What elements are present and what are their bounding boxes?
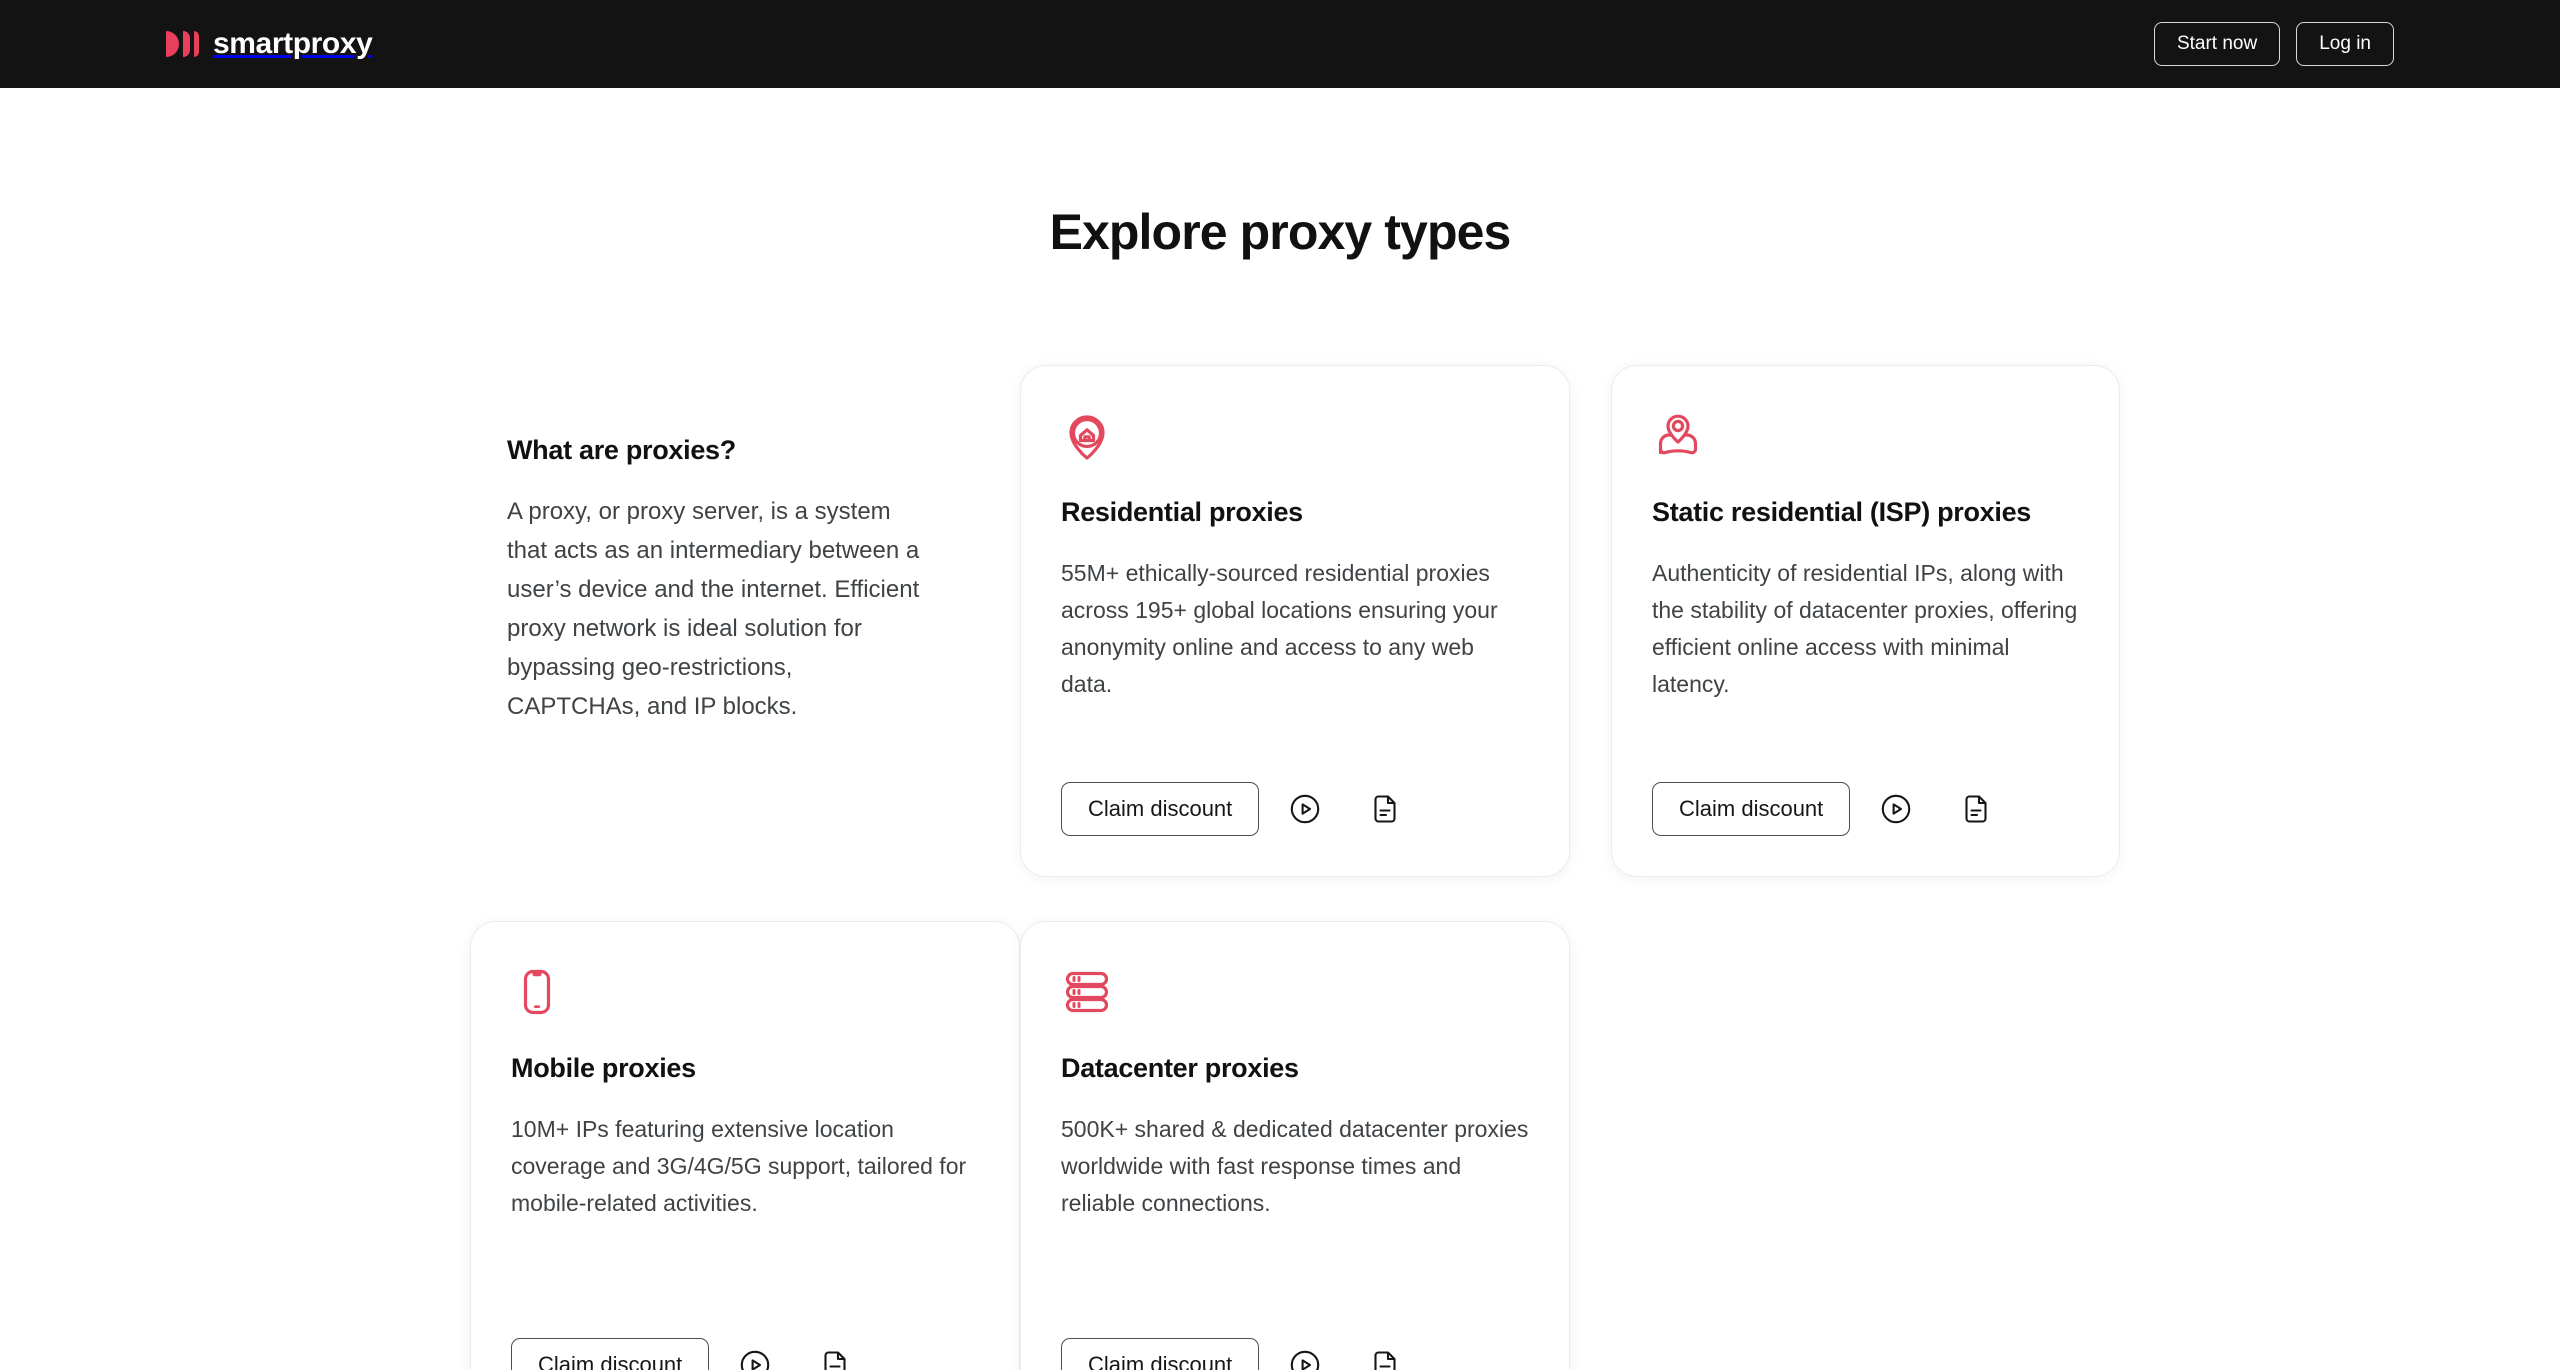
- card-actions: Claim discount: [1652, 774, 2079, 836]
- card-mobile-proxies[interactable]: Mobile proxies 10M+ IPs featuring extens…: [470, 921, 1020, 1370]
- document-icon[interactable]: [1367, 791, 1403, 827]
- claim-discount-button[interactable]: Claim discount: [1061, 1338, 1260, 1370]
- play-circle-icon[interactable]: [737, 1347, 773, 1370]
- brand-logo-link[interactable]: smartproxy: [166, 27, 373, 61]
- start-now-button[interactable]: Start now: [2153, 22, 2281, 66]
- claim-discount-button[interactable]: Claim discount: [1061, 782, 1260, 836]
- card-residential-proxies[interactable]: Residential proxies 55M+ ethically-sourc…: [1020, 365, 1570, 877]
- card-description: 55M+ ethically-sourced residential proxi…: [1061, 560, 1498, 697]
- mobile-phone-icon: [511, 966, 563, 1018]
- card-title: Datacenter proxies: [1061, 1053, 1299, 1083]
- card-title: Mobile proxies: [511, 1053, 696, 1083]
- map-pin-house-icon: [1061, 410, 1113, 462]
- document-icon[interactable]: [1958, 791, 1994, 827]
- card-description: Authenticity of residential IPs, along w…: [1652, 560, 2078, 697]
- intro-body: A proxy, or proxy server, is a system th…: [507, 498, 920, 720]
- card-title: Residential proxies: [1061, 497, 1303, 527]
- smartproxy-logo-icon: [166, 31, 199, 57]
- play-circle-icon[interactable]: [1878, 791, 1914, 827]
- intro-heading: What are proxies?: [507, 435, 736, 465]
- claim-discount-button[interactable]: Claim discount: [511, 1338, 710, 1370]
- play-circle-icon[interactable]: [1287, 1347, 1323, 1370]
- card-actions: Claim discount: [1061, 774, 1529, 836]
- claim-discount-button[interactable]: Claim discount: [1652, 782, 1851, 836]
- page-title: Explore proxy types: [1049, 204, 1512, 260]
- map-pin-person-icon: [1652, 410, 1704, 462]
- server-stack-icon: [1061, 966, 1113, 1018]
- card-description: 10M+ IPs featuring extensive location co…: [511, 1116, 967, 1216]
- site-header: smartproxy Start now Log in: [0, 0, 2560, 88]
- card-static-residential-isp-proxies[interactable]: Static residential (ISP) proxies Authent…: [1611, 365, 2120, 877]
- document-icon[interactable]: [1367, 1347, 1403, 1370]
- what-are-proxies-block: What are proxies? A proxy, or proxy serv…: [470, 365, 1020, 877]
- brand-name: smartproxy: [213, 27, 373, 60]
- proxy-types-grid: What are proxies? A proxy, or proxy serv…: [470, 261, 2120, 1370]
- page-content: Explore proxy types What are proxies? A …: [0, 88, 2560, 1370]
- document-icon[interactable]: [817, 1347, 853, 1370]
- card-actions: Claim discount: [511, 1330, 979, 1370]
- play-circle-icon[interactable]: [1287, 791, 1323, 827]
- card-actions: Claim discount: [1061, 1330, 1529, 1370]
- header-actions: Start now Log in: [2153, 22, 2394, 66]
- log-in-button[interactable]: Log in: [2296, 22, 2394, 66]
- card-datacenter-proxies[interactable]: Datacenter proxies 500K+ shared & dedica…: [1020, 921, 1570, 1370]
- card-description: 500K+ shared & dedicated datacenter prox…: [1061, 1116, 1529, 1216]
- card-title: Static residential (ISP) proxies: [1652, 497, 2032, 527]
